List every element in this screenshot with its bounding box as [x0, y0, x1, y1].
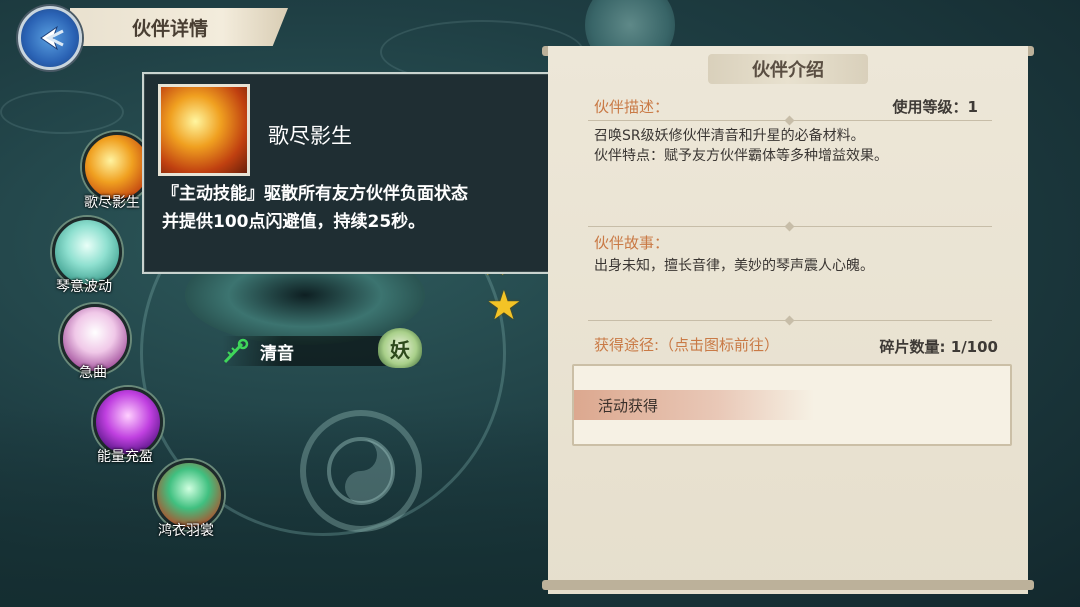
tooltip-description: 『主动技能』驱散所有友方伙伴负面状态 并提供100点闪避值，持续25秒。 — [162, 180, 542, 236]
source-item-activity[interactable]: 活动获得 — [574, 390, 814, 420]
partner-info-panel: 伙伴介绍 伙伴描述： 使用等级：1 召唤SR级妖修伙伴清音和升星的必备材料。 伙… — [548, 46, 1028, 594]
rank-star: ★ — [486, 283, 522, 329]
skill-label: 琴意波动 — [56, 279, 112, 295]
source-item-label: 活动获得 — [598, 396, 659, 415]
fragment-count: 碎片数量: 1/100 — [879, 338, 998, 356]
page-title: 伙伴详情 — [132, 17, 209, 40]
desc-heading: 伙伴描述： — [594, 98, 670, 116]
tooltip-skill-icon — [158, 84, 250, 176]
tooltip-desc-line: 『主动技能』驱散所有友方伙伴负面状态 — [162, 184, 468, 204]
back-arrow-icon — [40, 25, 64, 51]
source-list: 活动获得 — [572, 364, 1012, 446]
story-heading: 伙伴故事： — [594, 234, 670, 252]
desc-line: 召唤SR级妖修伙伴清音和升星的必备材料。 — [594, 128, 865, 144]
staff-icon — [223, 338, 249, 364]
skill-label: 急曲 — [79, 365, 107, 381]
divider — [588, 320, 992, 321]
back-button[interactable] — [18, 6, 82, 70]
use-level: 使用等级：1 — [892, 98, 978, 116]
source-heading: 获得途径:（点击图标前往） — [594, 336, 780, 354]
partner-name: 清音 — [260, 343, 294, 364]
scroll-rod-bottom — [542, 580, 1034, 590]
desc-line: 伙伴特点：赋予友方伙伴霸体等多种增益效果。 — [594, 148, 888, 164]
skill-label: 能量充盈 — [97, 449, 153, 465]
panel-title: 伙伴介绍 — [708, 54, 868, 84]
skill-label: 鸿衣羽裳 — [158, 523, 214, 539]
skill-tooltip: 歌尽影生 『主动技能』驱散所有友方伙伴负面状态 并提供100点闪避值，持续25秒… — [142, 72, 560, 274]
divider — [588, 120, 992, 121]
demon-type-badge: 妖 — [378, 328, 422, 368]
divider — [588, 226, 992, 227]
yinyang-icon — [327, 437, 395, 505]
tooltip-desc-line: 并提供100点闪避值，持续25秒。 — [162, 212, 426, 232]
story-text: 出身未知，擅长音律，美妙的琴声震人心魄。 — [594, 258, 874, 274]
background-swirl — [0, 90, 124, 134]
page-title-banner: 伙伴详情 — [70, 8, 288, 46]
demon-type-label: 妖 — [390, 337, 410, 362]
tooltip-title: 歌尽影生 — [268, 124, 352, 148]
yinyang-emblem — [300, 410, 422, 532]
